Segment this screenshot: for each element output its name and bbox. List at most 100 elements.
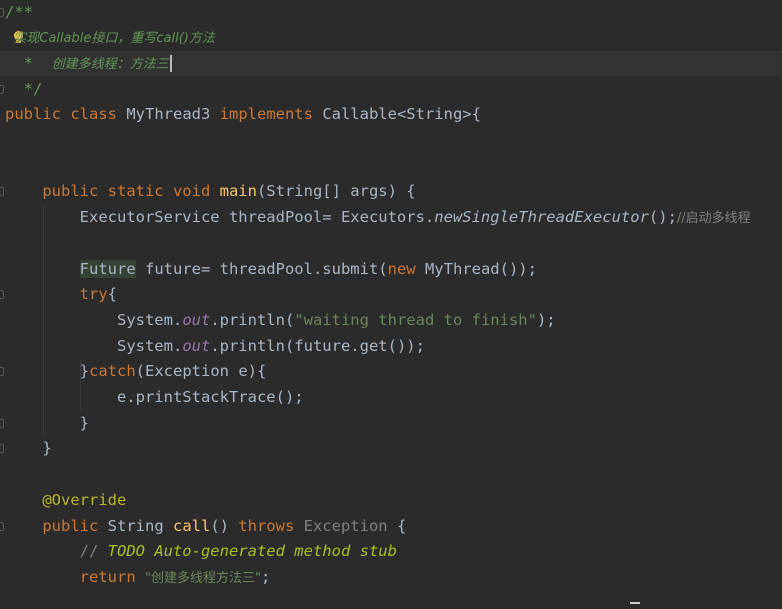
code-token: MyThread()); xyxy=(424,259,537,278)
code-token: @Override xyxy=(5,490,127,509)
code-editor[interactable]: /** 实现Callable接口，重写call()方法 * 创建多线程：方法三 … xyxy=(0,0,782,609)
fold-marker-icon[interactable] xyxy=(0,290,4,300)
code-line[interactable]: System.out.println(future.get()); xyxy=(0,334,782,359)
code-text: */ xyxy=(5,77,43,102)
code-text: ExecutorService threadPool= Executors.ne… xyxy=(5,205,751,231)
fold-marker-icon[interactable] xyxy=(0,84,4,94)
code-line[interactable]: try{ xyxy=(0,282,782,307)
fold-marker-icon[interactable] xyxy=(0,187,4,197)
code-token: System. xyxy=(5,310,183,329)
code-token: 实现Callable接口，重写call()方法 xyxy=(5,31,215,47)
fold-marker-icon[interactable] xyxy=(0,7,4,17)
code-line[interactable] xyxy=(0,128,782,153)
code-token: //启动多线程 xyxy=(676,211,751,227)
code-token: (); xyxy=(648,208,677,227)
code-text: // TODO Auto-generated method stub xyxy=(5,539,397,564)
cursor-marker xyxy=(630,602,640,604)
code-token: /** xyxy=(5,2,33,21)
code-token: throws xyxy=(238,516,304,535)
code-text: 实现Callable接口，重写call()方法 xyxy=(5,25,215,51)
fold-marker-icon[interactable] xyxy=(0,521,4,531)
code-text: System.out.println("waiting thread to fi… xyxy=(5,308,556,333)
code-token: implements xyxy=(219,105,323,124)
code-token: public class xyxy=(5,105,127,124)
code-line[interactable]: ExecutorService threadPool= Executors.ne… xyxy=(0,205,782,230)
code-token: call xyxy=(172,516,211,535)
indent-guide xyxy=(80,359,81,411)
code-line[interactable]: public class MyThread3 implements Callab… xyxy=(0,102,782,127)
code-token: { xyxy=(107,285,117,304)
code-text: Future future= threadPool.submit(new MyT… xyxy=(5,257,537,282)
code-text: * 创建多线程：方法三 xyxy=(5,51,172,77)
code-token: Exception xyxy=(303,516,388,535)
code-text: public static void main(String[] args) { xyxy=(5,179,416,204)
code-token: return xyxy=(5,567,145,586)
code-token: } xyxy=(5,362,89,381)
code-text: try{ xyxy=(5,282,117,307)
code-token: * xyxy=(5,53,52,72)
code-line[interactable]: System.out.println("waiting thread to fi… xyxy=(0,308,782,333)
code-text: }catch(Exception e){ xyxy=(5,359,267,384)
code-token: } xyxy=(5,413,89,432)
code-text: @Override xyxy=(5,488,126,513)
code-line[interactable]: Future future= threadPool.submit(new MyT… xyxy=(0,257,782,282)
code-token: ); xyxy=(536,310,556,329)
code-token: out xyxy=(182,336,211,355)
code-token: { xyxy=(387,516,407,535)
code-token: Future xyxy=(79,259,136,278)
code-token: String xyxy=(107,516,173,535)
code-line[interactable]: e.printStackTrace(); xyxy=(0,385,782,410)
code-text: System.out.println(future.get()); xyxy=(5,334,425,359)
code-token: public xyxy=(5,516,108,535)
code-token: newSingleThreadExecutor xyxy=(434,208,649,227)
code-line[interactable]: public static void main(String[] args) { xyxy=(0,179,782,204)
code-line[interactable]: return "创建多线程方法三"; xyxy=(0,565,782,590)
code-text: } xyxy=(5,436,52,461)
code-line[interactable]: } xyxy=(0,436,782,461)
code-line[interactable]: public String call() throws Exception { xyxy=(0,514,782,539)
code-token: (String[] args) { xyxy=(256,182,416,201)
code-token: ExecutorService threadPool= Executors. xyxy=(5,208,435,227)
code-token: "waiting thread to finish" xyxy=(294,310,537,329)
code-token: out xyxy=(182,310,211,329)
code-line[interactable] xyxy=(0,231,782,256)
code-token: future= threadPool.submit( xyxy=(135,259,388,278)
code-token: 创建多线程：方法三 xyxy=(51,56,169,72)
code-line[interactable]: }catch(Exception e){ xyxy=(0,359,782,384)
code-line[interactable]: // TODO Auto-generated method stub xyxy=(0,539,782,564)
code-token: .println( xyxy=(210,310,295,329)
code-text: public class MyThread3 implements Callab… xyxy=(5,102,481,127)
code-line[interactable]: } xyxy=(0,411,782,436)
code-line[interactable] xyxy=(0,462,782,487)
code-line[interactable]: /** xyxy=(0,0,782,25)
code-line[interactable]: @Override xyxy=(0,488,782,513)
code-line[interactable]: 实现Callable接口，重写call()方法 xyxy=(0,25,782,50)
code-token: .println(future.get()); xyxy=(210,336,425,355)
indent-guide xyxy=(43,205,44,437)
code-token: e.printStackTrace(); xyxy=(5,388,304,406)
code-line[interactable]: * 创建多线程：方法三 xyxy=(0,50,782,77)
code-token: try xyxy=(79,285,108,304)
code-token: System. xyxy=(5,336,183,355)
code-token: MyThread3 xyxy=(126,105,220,124)
code-token: public static void xyxy=(5,182,220,201)
code-line[interactable]: */ xyxy=(0,77,782,102)
code-token: } xyxy=(5,439,52,458)
code-token: ; xyxy=(260,567,271,586)
fold-marker-icon[interactable] xyxy=(0,418,4,428)
fold-marker-icon[interactable] xyxy=(0,367,4,377)
code-token: // xyxy=(5,542,108,561)
code-token: new xyxy=(387,259,425,278)
code-token: */ xyxy=(5,79,43,98)
code-token: main xyxy=(219,182,257,201)
fold-marker-icon[interactable] xyxy=(0,444,4,454)
code-token: () xyxy=(210,516,239,535)
code-token: (Exception e){ xyxy=(135,362,267,381)
code-text: } xyxy=(5,411,89,436)
code-text: public String call() throws Exception { xyxy=(5,514,406,539)
text-caret xyxy=(169,54,172,72)
code-token: "创建多线程方法三" xyxy=(144,570,261,586)
code-text: return "创建多线程方法三"; xyxy=(5,565,271,591)
code-text: e.printStackTrace(); xyxy=(5,385,304,410)
code-line[interactable] xyxy=(0,154,782,179)
